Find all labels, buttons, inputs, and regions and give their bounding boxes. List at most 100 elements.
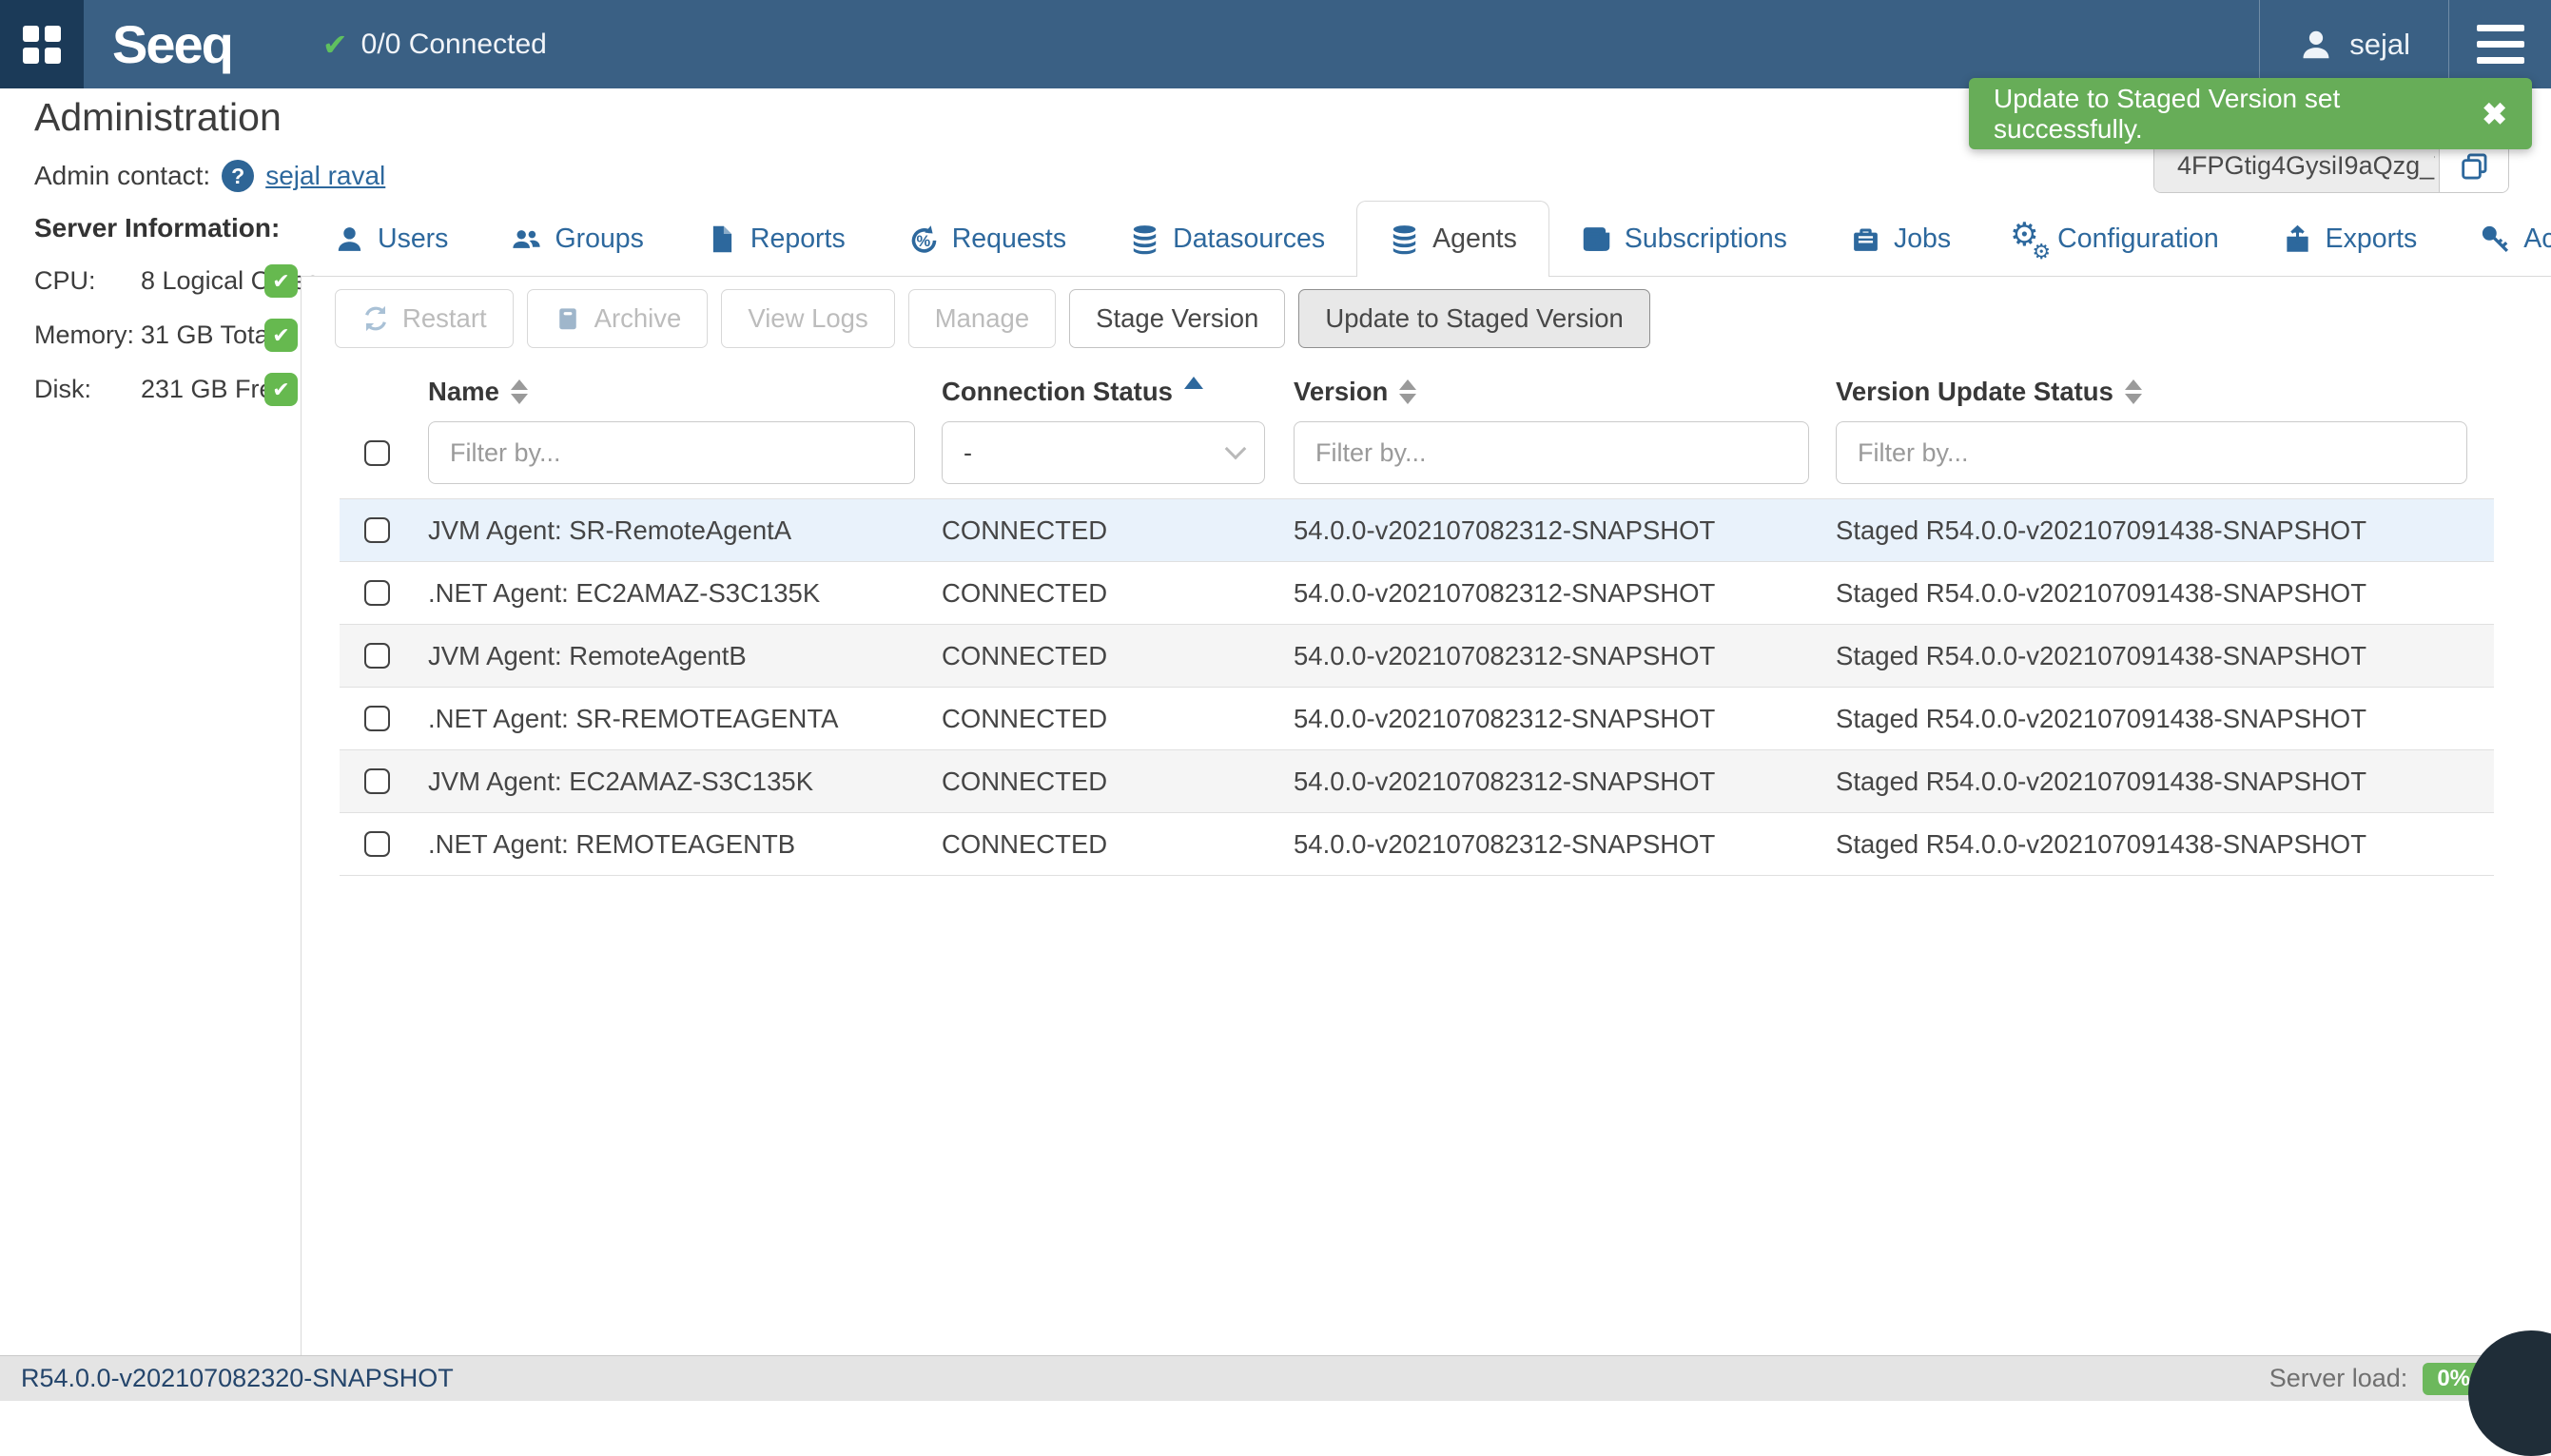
tab-label: Groups xyxy=(555,223,643,255)
connection-status-filter-select[interactable]: - xyxy=(942,421,1265,484)
table-body: JVM Agent: SR-RemoteAgentACONNECTED54.0.… xyxy=(340,498,2494,876)
version-cell: 54.0.0-v202107082312-SNAPSHOT xyxy=(1294,641,1836,671)
tab-label: Jobs xyxy=(1894,223,1951,255)
connection-status-cell: CONNECTED xyxy=(942,704,1294,734)
view-logs-button: View Logs xyxy=(721,289,894,348)
column-header-name[interactable]: Name xyxy=(428,377,942,407)
row-checkbox[interactable] xyxy=(364,517,390,543)
server-info-row: CPU:8 Logical Cores✔ xyxy=(34,264,320,298)
server-info-row: Memory:31 GB Total✔ xyxy=(34,319,320,352)
column-header-version[interactable]: Version xyxy=(1294,377,1836,407)
column-header-connection-status[interactable]: Connection Status xyxy=(942,377,1294,407)
connection-status-cell: CONNECTED xyxy=(942,641,1294,671)
admin-contact: Admin contact: ? sejal raval xyxy=(34,160,385,192)
server-info-label: Memory: xyxy=(34,320,141,350)
table-row[interactable]: JVM Agent: RemoteAgentBCONNECTED54.0.0-v… xyxy=(340,625,2494,688)
agents-table: Name Connection Status Version Version U… xyxy=(340,369,2494,876)
admin-contact-link[interactable]: sejal raval xyxy=(265,161,385,191)
agent-name-cell: .NET Agent: REMOTEAGENTB xyxy=(428,829,942,860)
tab-groups[interactable]: Groups xyxy=(479,201,674,277)
row-checkbox[interactable] xyxy=(364,580,390,606)
tab-label: Exports xyxy=(2326,223,2418,255)
tab-label: Reports xyxy=(750,223,846,255)
tab-subscriptions[interactable]: Subscriptions xyxy=(1549,201,1819,277)
version-update-status-cell: Staged R54.0.0-v202107091438-SNAPSHOT xyxy=(1836,578,2494,609)
hamburger-icon xyxy=(2477,25,2524,31)
tab-requests[interactable]: % Requests xyxy=(877,201,1098,277)
update-to-staged-version-button[interactable]: Update to Staged Version xyxy=(1298,289,1649,348)
version-filter-input[interactable] xyxy=(1294,421,1809,484)
button-label: Update to Staged Version xyxy=(1325,303,1623,334)
version-cell: 54.0.0-v202107082312-SNAPSHOT xyxy=(1294,578,1836,609)
row-checkbox[interactable] xyxy=(364,643,390,669)
tab-label: Requests xyxy=(952,223,1066,255)
tab-configuration[interactable]: ⚙⚙Configuration xyxy=(1982,201,2250,277)
seeq-logo: Seeq xyxy=(112,0,232,88)
tab-label: Agents xyxy=(1432,223,1517,255)
status-bar: R54.0.0-v202107082320-SNAPSHOT Server lo… xyxy=(0,1355,2551,1401)
table-row[interactable]: JVM Agent: EC2AMAZ-S3C135KCONNECTED54.0.… xyxy=(340,750,2494,813)
tab-jobs[interactable]: Jobs xyxy=(1819,201,1982,277)
archive-button: Archive xyxy=(527,289,709,348)
close-icon[interactable]: ✖ xyxy=(2463,96,2507,132)
hamburger-menu-button[interactable] xyxy=(2448,0,2551,88)
sort-icon xyxy=(2125,379,2142,404)
help-icon[interactable]: ? xyxy=(222,160,254,192)
copy-icon xyxy=(2458,150,2490,183)
agent-name-cell: JVM Agent: SR-RemoteAgentA xyxy=(428,515,942,546)
restart-button: Restart xyxy=(335,289,514,348)
tab-access-keys[interactable]: Access Keys xyxy=(2448,201,2551,277)
database-icon xyxy=(1389,223,1420,255)
table-row[interactable]: .NET Agent: REMOTEAGENTBCONNECTED54.0.0-… xyxy=(340,813,2494,876)
tab-label: Users xyxy=(378,223,448,255)
connection-status: ✔ 0/0 Connected xyxy=(322,0,547,88)
row-checkbox[interactable] xyxy=(364,706,390,731)
grid-icon xyxy=(23,26,61,64)
row-checkbox[interactable] xyxy=(364,831,390,857)
username-label: sejal xyxy=(2349,28,2410,62)
stage-version-button[interactable]: Stage Version xyxy=(1069,289,1285,348)
table-row[interactable]: JVM Agent: SR-RemoteAgentACONNECTED54.0.… xyxy=(340,499,2494,562)
connection-status-label: 0/0 Connected xyxy=(361,29,547,61)
file-icon xyxy=(707,223,738,255)
table-row[interactable]: .NET Agent: EC2AMAZ-S3C135KCONNECTED54.0… xyxy=(340,562,2494,625)
percent-circle-icon: % xyxy=(908,223,940,255)
success-toast: Update to Staged Version set successfull… xyxy=(1969,78,2532,149)
row-checkbox[interactable] xyxy=(364,768,390,794)
tab-agents[interactable]: Agents xyxy=(1356,201,1549,277)
key-icon xyxy=(2480,223,2511,255)
tab-bar: Users Groups Reports% Requests Datasources Ag… xyxy=(302,201,2551,277)
version-cell: 54.0.0-v202107082312-SNAPSHOT xyxy=(1294,704,1836,734)
tab-datasources[interactable]: Datasources xyxy=(1098,201,1356,277)
sort-asc-icon xyxy=(1184,377,1203,389)
button-label: Stage Version xyxy=(1096,303,1258,334)
tab-reports[interactable]: Reports xyxy=(675,201,877,277)
version-cell: 54.0.0-v202107082312-SNAPSHOT xyxy=(1294,767,1836,797)
user-menu[interactable]: sejal xyxy=(2259,0,2448,88)
sort-icon xyxy=(1399,379,1416,404)
check-badge-icon: ✔ xyxy=(264,319,298,352)
users-icon xyxy=(511,223,542,255)
tab-users[interactable]: Users xyxy=(302,201,479,277)
agent-name-cell: JVM Agent: EC2AMAZ-S3C135K xyxy=(428,767,942,797)
name-filter-input[interactable] xyxy=(428,421,915,484)
column-header-version-update-status[interactable]: Version Update Status xyxy=(1836,377,2494,407)
button-label: View Logs xyxy=(748,303,867,334)
version-cell: 54.0.0-v202107082312-SNAPSHOT xyxy=(1294,515,1836,546)
server-load-label: Server load: xyxy=(2269,1364,2408,1393)
tab-label: Subscriptions xyxy=(1625,223,1787,255)
tab-label: Configuration xyxy=(2057,223,2219,255)
user-icon xyxy=(334,223,365,255)
version-update-status-filter-input[interactable] xyxy=(1836,421,2467,484)
select-all-checkbox[interactable] xyxy=(364,440,390,466)
admin-contact-label: Admin contact: xyxy=(34,161,210,191)
table-row[interactable]: .NET Agent: SR-REMOTEAGENTACONNECTED54.0… xyxy=(340,688,2494,750)
button-label: Manage xyxy=(935,303,1029,334)
agent-name-cell: .NET Agent: EC2AMAZ-S3C135K xyxy=(428,578,942,609)
table-header-row: Name Connection Status Version Version U… xyxy=(340,369,2494,415)
chevron-down-icon xyxy=(1225,438,1247,460)
app-grid-button[interactable] xyxy=(0,0,84,88)
tab-exports[interactable]: Exports xyxy=(2250,201,2449,277)
briefcase-icon xyxy=(1850,223,1881,255)
connection-status-cell: CONNECTED xyxy=(942,767,1294,797)
